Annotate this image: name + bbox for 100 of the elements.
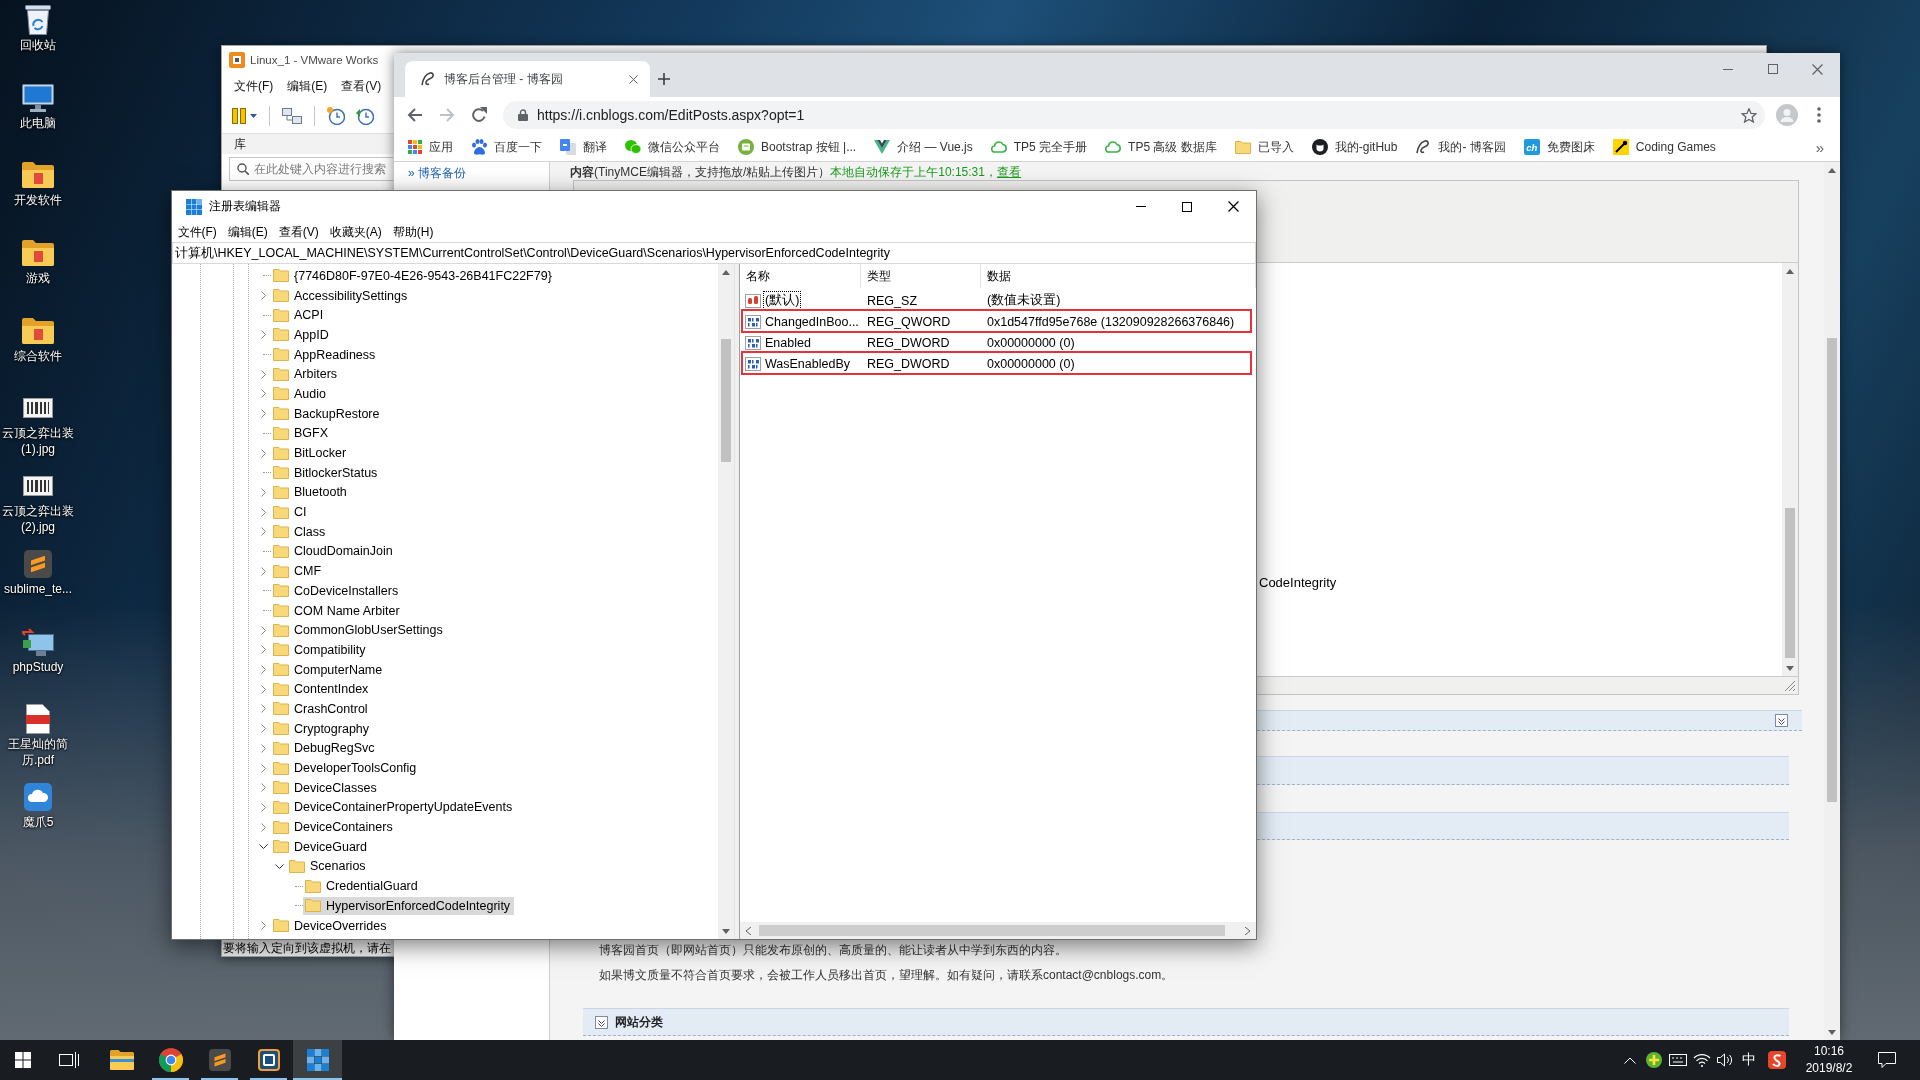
tree-item[interactable]: AccessibilitySettings	[271, 286, 412, 305]
value-name[interactable]: (默认)	[764, 292, 801, 309]
chevron-right-icon[interactable]	[260, 743, 266, 753]
desktop-shortcut[interactable]: 云顶之弈出装(1).jpg	[0, 393, 76, 458]
chevron-right-icon[interactable]	[260, 822, 266, 832]
menu-item[interactable]: 文件(F)	[234, 77, 274, 95]
sidebar-link[interactable]: » 博客备份	[408, 165, 466, 181]
tree-item[interactable]: Compatibility	[271, 640, 370, 659]
tree-item[interactable]: Class	[271, 522, 330, 541]
chevron-down-icon[interactable]	[274, 863, 284, 869]
tree-item[interactable]: CrashControl	[271, 699, 372, 718]
value-name[interactable]: ChangedInBoo...	[764, 314, 860, 329]
menu-item[interactable]: 查看(V)	[341, 77, 382, 95]
chevron-right-icon[interactable]	[260, 783, 266, 793]
value-name[interactable]: Enabled	[764, 335, 812, 350]
tree-item[interactable]: BGFX	[271, 424, 333, 443]
chevron-right-icon[interactable]	[260, 330, 266, 340]
scrollbar-thumb[interactable]	[721, 339, 731, 462]
menu-item[interactable]: 文件(F)	[172, 223, 223, 241]
chevron-right-icon[interactable]	[260, 487, 266, 497]
tree-item[interactable]: DeviceGuard	[271, 837, 371, 856]
tree-item[interactable]: ContentIndex	[271, 680, 373, 699]
more-bookmarks-button[interactable]: »	[1806, 135, 1834, 159]
column-header[interactable]: 名称	[740, 264, 861, 288]
desktop-shortcut[interactable]: phpStudy	[0, 626, 76, 675]
chevron-right-icon[interactable]	[260, 409, 266, 419]
tree-item[interactable]: CoDeviceInstallers	[271, 581, 403, 600]
chevron-right-icon[interactable]	[260, 921, 266, 931]
tree-item[interactable]: HypervisorEnforcedCodeIntegrity	[303, 896, 515, 915]
desktop-shortcut[interactable]: 云顶之弈出装(2).jpg	[0, 471, 76, 536]
tree-item[interactable]: ACPI	[271, 306, 328, 325]
tree-item[interactable]: Cryptography	[271, 719, 374, 738]
desktop-shortcut[interactable]: 回收站	[0, 5, 76, 53]
tree-item[interactable]: Bluetooth	[271, 483, 351, 502]
bookmark-item[interactable]: 我的-gitHub	[1302, 135, 1407, 159]
tree-item[interactable]: CommonGlobUserSettings	[271, 621, 447, 640]
tree-item[interactable]: COM Name Arbiter	[271, 601, 404, 620]
tree-item[interactable]: DeviceClasses	[271, 778, 381, 797]
desktop-shortcut[interactable]: sublime_te...	[0, 548, 76, 597]
scrollbar-thumb[interactable]	[1827, 338, 1837, 802]
menu-item[interactable]: 编辑(E)	[287, 77, 328, 95]
menu-item[interactable]: 查看(V)	[273, 223, 325, 241]
column-header[interactable]: 类型	[861, 264, 981, 288]
address-bar[interactable]: https://i.cnblogs.com/EditPosts.aspx?opt=1	[503, 101, 1765, 129]
tree-item[interactable]: AppID	[271, 325, 333, 344]
value-name[interactable]: WasEnabledBy	[764, 356, 851, 371]
address-field[interactable]: 计算机\HKEY_LOCAL_MACHINE\SYSTEM\CurrentControlSet\Control\DeviceGuard\Scenarios\HypervisorEnforcedCodeIntegrity	[172, 242, 1256, 264]
bookmark-item[interactable]: 应用	[399, 135, 462, 159]
bookmark-item[interactable]: TP5 高级 数据库	[1096, 135, 1226, 159]
tree-item[interactable]: DeviceContainers	[271, 818, 397, 837]
desktop-shortcut[interactable]: 魔爪5	[0, 781, 76, 830]
search-field[interactable]: 在此处键入内容进行搜索	[229, 157, 393, 181]
tree-item[interactable]: DeveloperToolsConfig	[271, 759, 421, 778]
section-header[interactable]: 网站分类	[583, 1008, 1789, 1036]
bookmark-item[interactable]: TP5 完全手册	[981, 135, 1097, 159]
scrollbar-thumb[interactable]	[1785, 508, 1795, 658]
chevron-down-icon[interactable]	[258, 844, 268, 850]
bookmark-item[interactable]: 我的- 博客园	[1406, 135, 1515, 159]
chevron-right-icon[interactable]	[260, 527, 266, 537]
input-mode-button[interactable]: 中	[1736, 1040, 1762, 1080]
tree-item[interactable]: DeviceOverrides	[271, 916, 391, 935]
chevron-right-icon[interactable]	[260, 802, 266, 812]
menu-item[interactable]: 帮助(H)	[387, 223, 439, 241]
clock-button[interactable]: 10:16 2019/8/2	[1792, 1040, 1866, 1080]
autosave-link[interactable]: 查看	[996, 163, 1021, 181]
chevron-right-icon[interactable]	[260, 763, 266, 773]
section-header[interactable]	[1257, 710, 1802, 731]
chevron-right-icon[interactable]	[260, 369, 266, 379]
desktop-shortcut[interactable]: 王星灿的简历.pdf	[0, 704, 76, 769]
tree-item[interactable]: ComputerName	[271, 660, 387, 679]
chevron-right-icon[interactable]	[260, 566, 266, 576]
bookmark-item[interactable]: 介绍 — Vue.js	[865, 135, 982, 159]
tree-item[interactable]: BitLocker	[271, 444, 351, 463]
tree-item[interactable]: CMF	[271, 562, 326, 581]
tree-item[interactable]: BitlockerStatus	[271, 463, 382, 482]
column-header[interactable]: 数据	[981, 264, 1256, 288]
bookmark-item[interactable]: 百度一下	[462, 135, 551, 159]
tree-item[interactable]: Scenarios	[287, 857, 370, 876]
desktop-shortcut[interactable]: 综合软件	[0, 315, 76, 364]
menu-item[interactable]: 编辑(E)	[222, 223, 274, 241]
bookmark-item[interactable]: Bootstrap 按钮 |...	[729, 135, 866, 159]
tree-item[interactable]: BackupRestore	[271, 404, 384, 423]
chevron-right-icon[interactable]	[260, 448, 266, 458]
tree-item[interactable]: AppReadiness	[271, 345, 380, 364]
tree-item[interactable]: Audio	[271, 384, 330, 403]
chevron-right-icon[interactable]	[260, 684, 266, 694]
tree-item[interactable]: {7746D80F-97E0-4E26-9543-26B41FC22F79}	[271, 266, 556, 285]
bookmark-item[interactable]: 微信公众平台	[616, 135, 729, 159]
tree-item[interactable]: DeviceContainerPropertyUpdateEvents	[271, 798, 517, 817]
chevron-right-icon[interactable]	[260, 625, 266, 635]
chevron-right-icon[interactable]	[260, 704, 266, 714]
bookmark-item[interactable]: ch 免费图床	[1514, 135, 1604, 159]
desktop-shortcut[interactable]: 游戏	[0, 238, 76, 287]
bookmark-item[interactable]: Coding Games	[1603, 135, 1725, 159]
desktop-shortcut[interactable]: 此电脑	[0, 82, 76, 131]
bookmark-item[interactable]: 已导入	[1225, 135, 1303, 159]
chevron-right-icon[interactable]	[260, 724, 266, 734]
chevron-right-icon[interactable]	[260, 507, 266, 517]
browser-tab[interactable]: 博客后台管理 - 博客园	[405, 61, 650, 97]
tree-item[interactable]: CredentialGuard	[303, 877, 422, 896]
